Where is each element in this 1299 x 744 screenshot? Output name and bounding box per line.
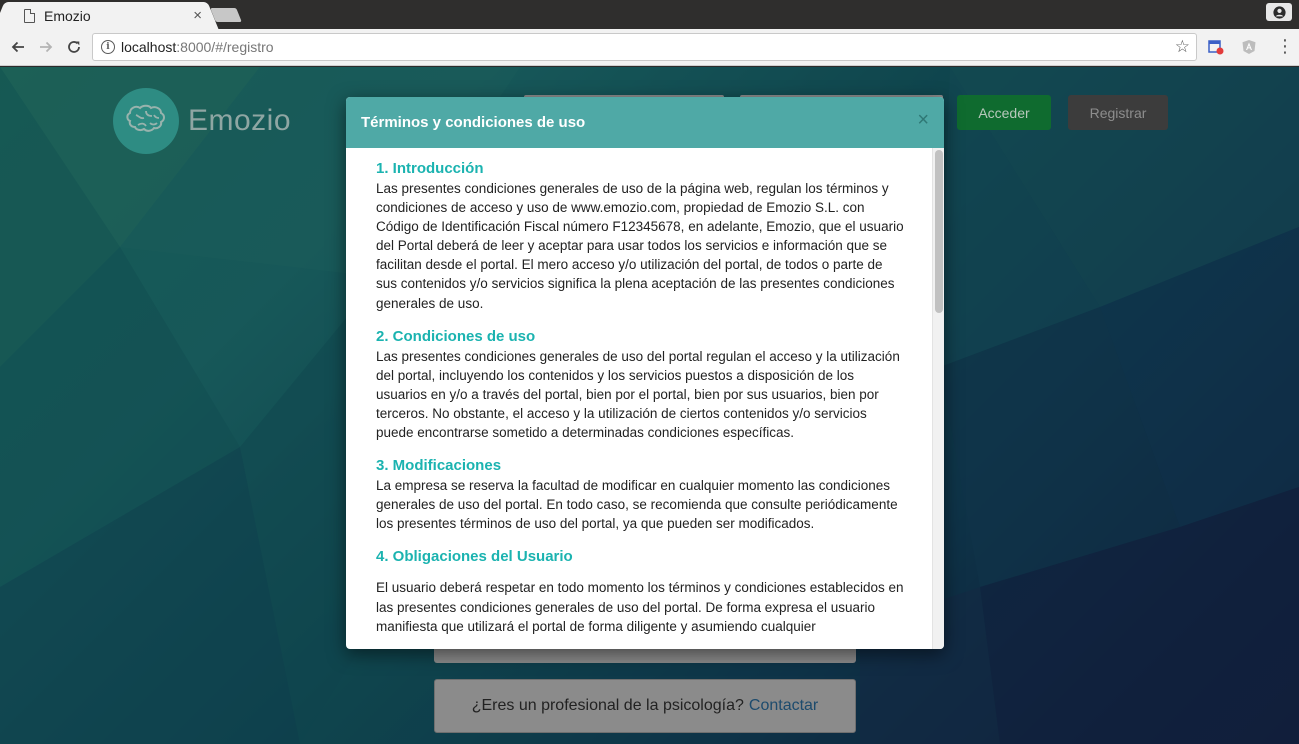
info-icon[interactable]: i <box>101 40 115 54</box>
browser-toolbar: i localhost :8000/#/registro ☆ ⋮ <box>0 29 1299 66</box>
terms-modal: Términos y condiciones de uso × 1. Intro… <box>346 97 944 649</box>
section-title: 3. Modificaciones <box>376 457 502 475</box>
reload-button[interactable] <box>64 37 84 57</box>
section-title: 4. Obligaciones del Usuario <box>376 548 573 566</box>
professional-question: ¿Eres un profesional de la psicología? <box>471 697 744 714</box>
new-tab-button[interactable] <box>210 8 242 22</box>
document-icon <box>24 8 35 23</box>
extension-icon[interactable] <box>1208 39 1224 55</box>
acceder-button[interactable]: Acceder <box>957 95 1051 130</box>
back-button[interactable] <box>8 37 28 57</box>
section-text: Las presentes condiciones generales de u… <box>376 348 900 441</box>
user-icon <box>1272 5 1286 19</box>
bookmark-star-icon[interactable]: ☆ <box>1175 37 1190 57</box>
close-icon[interactable]: × <box>917 110 929 130</box>
tab-title: Emozio <box>44 7 91 24</box>
section-title: 1. Introducción <box>376 160 484 177</box>
scrollbar-thumb[interactable] <box>935 150 943 313</box>
angular-extension-icon[interactable] <box>1241 39 1257 55</box>
address-bar[interactable]: i localhost :8000/#/registro ☆ <box>92 33 1197 61</box>
profile-button[interactable] <box>1266 3 1292 21</box>
browser-tab-bar: Emozio × <box>0 0 1299 29</box>
browser-menu-icon[interactable]: ⋮ <box>1276 37 1294 55</box>
reload-icon <box>68 41 80 53</box>
modal-header: Términos y condiciones de uso × <box>346 97 944 148</box>
forward-arrow-icon <box>40 41 53 53</box>
url-host: localhost <box>121 39 177 55</box>
browser-tab[interactable]: Emozio × <box>6 2 206 29</box>
contactar-link[interactable]: Contactar <box>749 697 818 715</box>
registrar-button[interactable]: Registrar <box>1068 95 1168 130</box>
section-title: 2. Condiciones de uso <box>376 327 536 345</box>
section-text: El usuario deberá respetar en todo momen… <box>376 580 904 634</box>
tab-close-icon[interactable]: × <box>193 7 202 24</box>
modal-body[interactable]: 1. Introducción Las presentes condicione… <box>346 148 944 649</box>
emozio-logo[interactable]: Emozio <box>113 88 291 154</box>
modal-title: Términos y condiciones de uso <box>361 114 586 131</box>
logo-text: Emozio <box>188 104 292 137</box>
back-arrow-icon <box>11 41 24 53</box>
forward-button[interactable] <box>36 37 56 57</box>
brain-icon <box>113 88 179 154</box>
modal-scrollbar[interactable] <box>932 148 944 649</box>
professional-contact-card: ¿Eres un profesional de la psicología? C… <box>434 679 856 733</box>
url-path: :8000/#/registro <box>176 39 274 55</box>
section-text: Las presentes condiciones generales de u… <box>376 181 904 311</box>
section-text: La empresa se reserva la facultad de mod… <box>376 478 898 532</box>
